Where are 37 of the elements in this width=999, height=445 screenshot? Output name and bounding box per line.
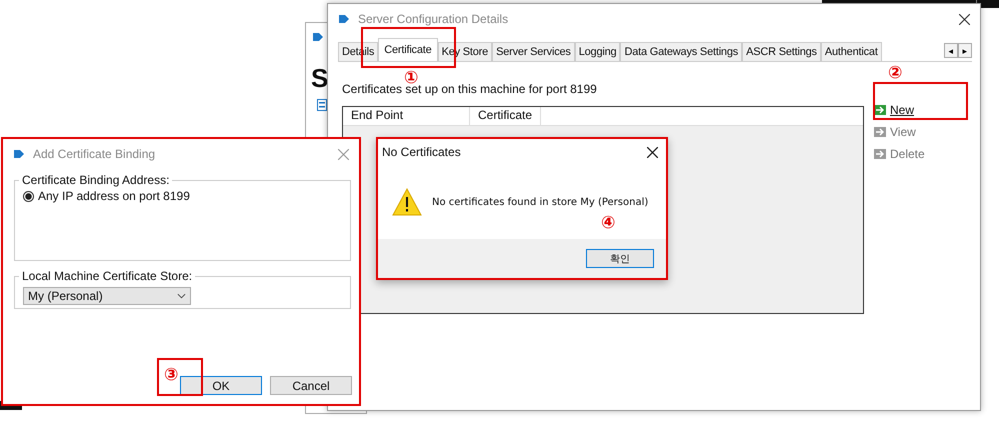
- step-number: ③: [164, 367, 178, 384]
- radio-option[interactable]: Any IP address on port 8199: [23, 189, 342, 203]
- app-icon: [13, 148, 25, 160]
- store-dropdown[interactable]: My (Personal): [23, 287, 191, 305]
- ok-button[interactable]: 확인: [586, 249, 654, 268]
- list-icon: [317, 99, 327, 111]
- tab[interactable]: Certificate: [378, 38, 438, 61]
- column-header[interactable]: Certificate: [470, 107, 542, 125]
- tab[interactable]: Authenticat: [820, 42, 882, 61]
- arrow-icon: [874, 149, 886, 159]
- app-icon: [338, 13, 350, 25]
- close-icon[interactable]: [959, 14, 970, 24]
- group-label: Local Machine Certificate Store:: [21, 269, 194, 283]
- step-number: ④: [601, 215, 616, 232]
- arrow-icon: [874, 127, 886, 137]
- tab[interactable]: Server Services: [492, 42, 575, 61]
- warning-icon: [392, 187, 422, 217]
- window-title: Server Configuration Details: [358, 12, 510, 26]
- step-number: ②: [888, 65, 902, 82]
- cancel-button[interactable]: Cancel: [270, 376, 352, 395]
- tab[interactable]: ASCR Settings: [742, 42, 821, 61]
- close-icon[interactable]: [647, 146, 658, 158]
- message-text: No certificates found in store My (Personal): [432, 196, 648, 208]
- tab[interactable]: Data Gateways Settings: [620, 42, 742, 61]
- app-icon: [312, 31, 324, 43]
- tab[interactable]: Logging: [574, 42, 620, 61]
- ok-button[interactable]: OK: [180, 376, 262, 395]
- group-label: Certificate Binding Address:: [21, 173, 170, 187]
- scroll-button[interactable]: ▸: [958, 43, 972, 58]
- dialog-title: No Certificates: [382, 145, 462, 159]
- highlight-overlay: [157, 358, 203, 396]
- caret-icon: [177, 293, 186, 299]
- scroll-button[interactable]: ◂: [944, 43, 958, 58]
- arrow-icon: [874, 105, 886, 115]
- page-heading: S: [311, 63, 328, 94]
- column-header[interactable]: End Point: [343, 107, 470, 125]
- dialog-title: Add Certificate Binding: [33, 147, 156, 161]
